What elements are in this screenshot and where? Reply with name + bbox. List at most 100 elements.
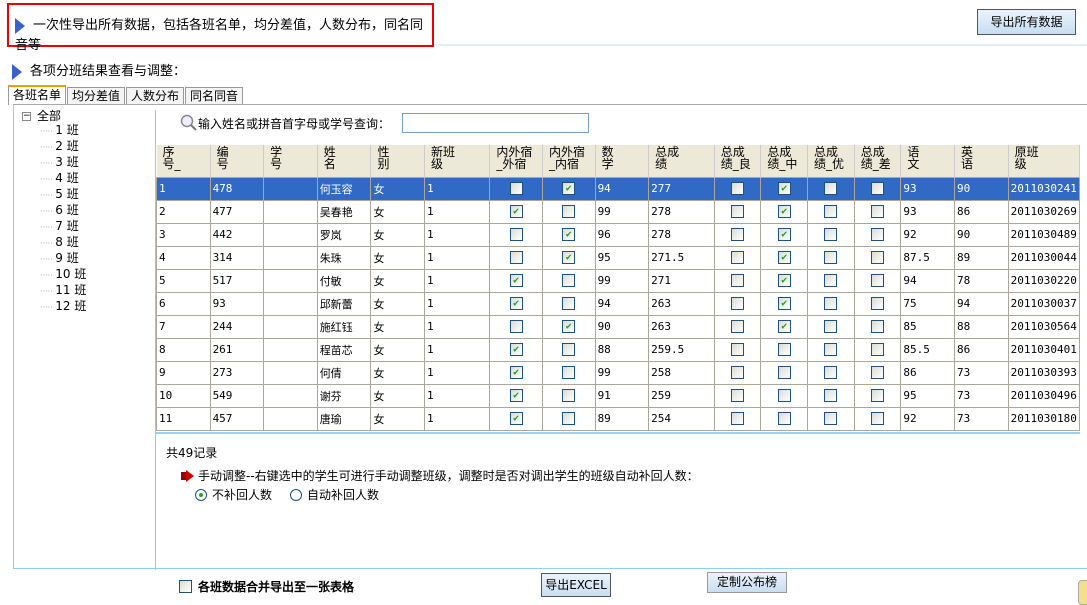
checkbox-cell[interactable]: ✔ xyxy=(489,199,543,224)
export-all-button[interactable]: 导出所有数据 xyxy=(977,9,1076,35)
table-cell[interactable]: 314 xyxy=(209,245,265,270)
table-cell[interactable]: 4 xyxy=(156,245,211,270)
checkbox-cell[interactable]: ✔ xyxy=(541,314,596,339)
column-header[interactable]: 总成 绩_优 xyxy=(807,145,855,177)
column-header[interactable]: 总成 绩_中 xyxy=(760,145,809,177)
table-cell[interactable]: 7 xyxy=(156,314,211,339)
table-cell[interactable]: 2011030220 xyxy=(1007,268,1080,293)
column-header[interactable]: 英语 xyxy=(954,145,1009,177)
table-row[interactable]: 9 273 何倩女 1 ✔ 99 258 86 73 2011030393 xyxy=(156,360,1080,385)
table-cell[interactable] xyxy=(263,360,318,385)
checkbox[interactable] xyxy=(824,389,838,403)
table-cell[interactable]: 5 xyxy=(156,268,211,293)
table-cell[interactable]: 95 xyxy=(900,383,956,408)
table-cell[interactable]: 75 xyxy=(900,291,956,316)
checkbox[interactable] xyxy=(509,182,523,196)
checked-checkbox[interactable]: ✔ xyxy=(562,228,576,242)
checkbox-cell[interactable] xyxy=(853,222,902,247)
table-cell[interactable]: 1 xyxy=(424,383,491,408)
table-cell[interactable]: 517 xyxy=(209,268,265,293)
table-cell[interactable]: 90 xyxy=(954,222,1009,247)
table-cell[interactable]: 1 xyxy=(424,337,491,362)
table-cell[interactable]: 254 xyxy=(648,406,715,431)
checkbox-cell[interactable]: ✔ xyxy=(760,222,809,247)
checkbox-cell[interactable] xyxy=(713,406,762,431)
checkbox[interactable] xyxy=(731,412,745,426)
table-cell[interactable]: 女 xyxy=(370,268,426,293)
table-cell[interactable] xyxy=(263,199,318,224)
table-cell[interactable]: 1 xyxy=(424,245,491,270)
radio-auto-refill[interactable]: 自动补回人数 xyxy=(290,486,379,503)
table-cell[interactable]: 78 xyxy=(954,268,1009,293)
table-cell[interactable]: 85 xyxy=(900,314,956,339)
table-cell[interactable]: 73 xyxy=(954,383,1009,408)
tree-item-class[interactable]: 11 班 xyxy=(22,283,86,299)
column-header[interactable]: 性别 xyxy=(370,145,426,177)
checked-checkbox[interactable]: ✔ xyxy=(777,228,791,242)
checkbox[interactable] xyxy=(824,274,838,288)
checkbox[interactable] xyxy=(562,297,576,311)
table-cell[interactable]: 93 xyxy=(900,199,956,224)
table-cell[interactable]: 2011030044 xyxy=(1007,245,1080,270)
table-cell[interactable]: 6 xyxy=(156,291,211,316)
table-row[interactable]: 1 478 何玉容女 1 ✔ 94 277 ✔ 93 90 2011030241 xyxy=(156,176,1080,201)
checkbox[interactable] xyxy=(824,366,838,380)
table-cell[interactable] xyxy=(263,176,318,201)
table-cell[interactable]: 2 xyxy=(156,199,211,224)
table-cell[interactable]: 11 xyxy=(156,406,211,431)
checked-checkbox[interactable]: ✔ xyxy=(562,182,576,196)
table-cell[interactable]: 女 xyxy=(370,360,426,385)
tab-average-diff[interactable]: 均分差值 xyxy=(67,87,126,105)
checkbox[interactable] xyxy=(731,251,745,265)
column-header[interactable]: 语文 xyxy=(900,145,956,177)
checkbox[interactable] xyxy=(562,389,576,403)
table-cell[interactable]: 86 xyxy=(900,360,956,385)
table-row[interactable]: 8 261 程苗芯女 1 ✔ 88 259.5 85.5 86 2011030401 xyxy=(156,337,1080,362)
column-header[interactable]: 新班级 xyxy=(424,145,491,177)
checked-checkbox[interactable]: ✔ xyxy=(509,343,523,357)
checkbox-cell[interactable] xyxy=(853,268,902,293)
table-row[interactable]: 11 457 唐瑜女 1 ✔ 89 254 92 73 2011030180 xyxy=(156,406,1080,431)
table-cell[interactable]: 何倩 xyxy=(316,360,372,385)
table-cell[interactable]: 1 xyxy=(424,291,491,316)
column-header[interactable]: 内外宿 _外宿 xyxy=(489,145,543,177)
table-cell[interactable]: 罗岚 xyxy=(316,222,372,247)
checkbox[interactable] xyxy=(731,228,745,242)
checkbox-cell[interactable] xyxy=(807,245,855,270)
checkbox-cell[interactable] xyxy=(807,176,855,201)
table-cell[interactable]: 邱新蕾 xyxy=(316,291,372,316)
tray-icon[interactable] xyxy=(1078,580,1087,605)
checkbox-cell[interactable] xyxy=(807,291,855,316)
table-cell[interactable]: 259 xyxy=(648,383,715,408)
checkbox[interactable] xyxy=(731,343,745,357)
table-cell[interactable]: 73 xyxy=(954,406,1009,431)
checkbox-cell[interactable] xyxy=(853,176,902,201)
tree-item-class[interactable]: 6 班 xyxy=(22,203,86,219)
checked-checkbox[interactable]: ✔ xyxy=(562,320,576,334)
checkbox[interactable] xyxy=(824,297,838,311)
table-cell[interactable] xyxy=(263,222,318,247)
checkbox-cell[interactable]: ✔ xyxy=(541,245,596,270)
checkbox[interactable] xyxy=(824,228,838,242)
checkbox[interactable] xyxy=(871,343,885,357)
checkbox-cell[interactable] xyxy=(713,199,762,224)
radio-no-refill[interactable]: 不补回人数 xyxy=(195,486,272,503)
radio-icon[interactable] xyxy=(195,488,207,501)
checkbox-cell[interactable] xyxy=(541,406,596,431)
tree-item-class[interactable]: 3 班 xyxy=(22,155,86,171)
column-header[interactable]: 编号 xyxy=(210,145,265,177)
table-cell[interactable]: 1 xyxy=(424,360,491,385)
checkbox-cell[interactable]: ✔ xyxy=(489,268,543,293)
checkbox[interactable] xyxy=(731,182,745,196)
checkbox[interactable] xyxy=(824,343,838,357)
checkbox-cell[interactable] xyxy=(807,314,855,339)
column-header[interactable]: 原班级 xyxy=(1008,145,1080,177)
table-cell[interactable]: 263 xyxy=(648,291,715,316)
export-excel-button[interactable]: 导出EXCEL xyxy=(541,573,611,597)
table-cell[interactable]: 89 xyxy=(594,406,650,431)
table-cell[interactable]: 90 xyxy=(594,314,650,339)
table-cell[interactable]: 1 xyxy=(424,222,491,247)
checkbox-cell[interactable] xyxy=(853,314,902,339)
checkbox[interactable] xyxy=(871,182,885,196)
tree-item-class[interactable]: 2 班 xyxy=(22,139,86,155)
